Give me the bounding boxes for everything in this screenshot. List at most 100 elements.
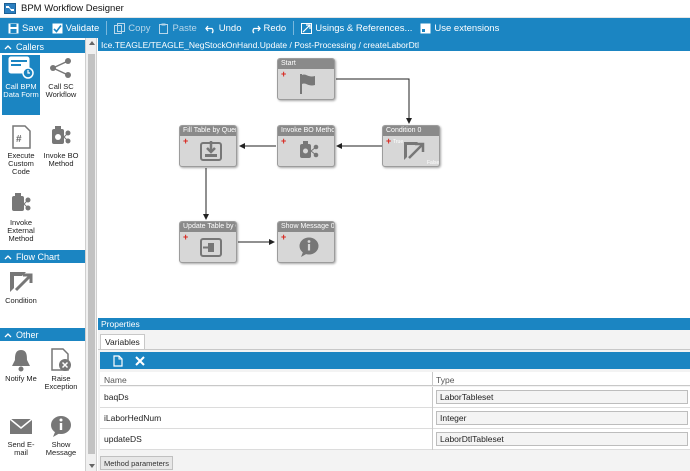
- tool-label: Condition: [5, 296, 37, 305]
- table-row[interactable]: baqDs LaborTableset: [100, 387, 690, 408]
- variable-name[interactable]: iLaborHedNum: [104, 413, 161, 423]
- node-show-message[interactable]: Show Message 0 +: [277, 221, 335, 263]
- workflow-path: Ice.TEAGLE/TEAGLE_NegStockOnHand.Update …: [101, 39, 419, 50]
- column-type[interactable]: Type: [436, 375, 454, 385]
- variables-toolbar: [100, 352, 690, 369]
- column-divider: [432, 387, 433, 408]
- extensions-icon: [420, 23, 431, 33]
- tool-execute-custom-code[interactable]: # Execute Custom Code: [2, 124, 40, 180]
- redo-label: Redo: [263, 22, 287, 34]
- save-button[interactable]: Save: [4, 18, 48, 38]
- node-start[interactable]: Start +: [277, 58, 335, 100]
- node-fill-table-by-query[interactable]: Fill Table by Query +: [179, 125, 237, 167]
- validate-button[interactable]: Validate: [48, 18, 104, 38]
- copy-button[interactable]: Copy: [110, 18, 154, 38]
- tool-label: Raise Exception: [44, 374, 78, 391]
- paste-icon: [159, 23, 169, 34]
- email-icon: [2, 413, 40, 439]
- node-title: Show Message 0: [278, 222, 334, 232]
- tool-label: Show Message: [45, 440, 77, 457]
- delete-variable-button[interactable]: [132, 354, 148, 368]
- tool-send-email[interactable]: Send E-mail: [2, 413, 40, 461]
- other-title: Other: [16, 329, 39, 340]
- properties-title: Properties: [101, 319, 140, 329]
- undo-icon: [204, 25, 214, 33]
- connector-lines: [203, 78, 412, 245]
- tool-label: Send E-mail: [7, 440, 35, 457]
- node-title: Update Table by Query: [180, 222, 236, 232]
- new-variable-button[interactable]: [110, 354, 126, 368]
- variable-type-field[interactable]: LaborDtlTableset: [436, 432, 688, 446]
- tool-show-message[interactable]: Show Message: [42, 413, 80, 461]
- node-update-table-by-query[interactable]: Update Table by Query +: [179, 221, 237, 263]
- title-bar: BPM Workflow Designer: [0, 0, 690, 18]
- variables-grid-header: Name Type: [100, 372, 690, 386]
- tool-invoke-external-method[interactable]: Invoke External Method: [2, 191, 40, 247]
- usings-references-button[interactable]: Usings & References...: [297, 18, 416, 38]
- condition-icon: [2, 269, 40, 295]
- add-icon[interactable]: +: [281, 70, 286, 79]
- scroll-down-icon[interactable]: [89, 464, 95, 468]
- redo-button[interactable]: Redo: [246, 18, 291, 38]
- tool-notify-me[interactable]: Notify Me: [2, 347, 40, 395]
- node-condition[interactable]: Condition 0 + True False: [382, 125, 440, 167]
- tool-call-bpm-data-form[interactable]: Call BPM Data Form: [2, 55, 40, 115]
- add-icon[interactable]: +: [281, 233, 286, 242]
- table-row[interactable]: iLaborHedNum Integer: [100, 408, 690, 429]
- node-invoke-bo-method[interactable]: Invoke BO Method +: [277, 125, 335, 167]
- undo-label: Undo: [218, 22, 242, 34]
- variable-type-field[interactable]: LaborTableset: [436, 390, 688, 404]
- add-icon[interactable]: +: [386, 137, 391, 146]
- tool-invoke-bo-method[interactable]: Invoke BO Method: [42, 124, 80, 180]
- chevron-up-icon: [3, 332, 13, 338]
- paste-label: Paste: [172, 22, 197, 34]
- variable-name[interactable]: baqDs: [104, 392, 129, 402]
- chevron-up-icon: [3, 44, 13, 50]
- tool-call-sc-workflow[interactable]: Call SC Workflow: [42, 55, 80, 115]
- copy-label: Copy: [128, 22, 151, 34]
- node-title: Invoke BO Method: [278, 126, 334, 136]
- bo-method-icon: [300, 141, 319, 158]
- use-extensions-button[interactable]: Use extensions: [416, 18, 503, 38]
- undo-button[interactable]: Undo: [201, 18, 246, 38]
- save-label: Save: [22, 22, 44, 34]
- other-section-header[interactable]: Other: [0, 328, 85, 341]
- tool-label: Notify Me: [5, 374, 37, 383]
- add-icon[interactable]: +: [183, 137, 188, 146]
- callers-section-header[interactable]: Callers: [0, 40, 85, 53]
- main-toolbar: Save Validate Copy Paste Undo Redo Using…: [0, 18, 690, 38]
- variable-type-field[interactable]: Integer: [436, 411, 688, 425]
- tab-method-parameters[interactable]: Method parameters: [100, 456, 174, 470]
- condition-false-label: False: [427, 160, 440, 166]
- tool-condition[interactable]: Condition: [2, 269, 40, 309]
- flag-icon: [300, 74, 315, 94]
- scroll-up-icon[interactable]: [89, 41, 95, 45]
- workflow-canvas[interactable]: Start + Condition 0 + True False Invoke …: [98, 51, 690, 318]
- tool-raise-exception[interactable]: Raise Exception: [42, 347, 80, 395]
- tool-label: Call SC Workflow: [45, 82, 77, 99]
- flowchart-title: Flow Chart: [16, 251, 60, 262]
- references-icon: [301, 22, 313, 34]
- properties-header: Properties: [98, 318, 690, 330]
- node-title: Fill Table by Query: [180, 126, 236, 136]
- tool-label: Invoke External Method: [7, 218, 35, 243]
- flowchart-section-header[interactable]: Flow Chart: [0, 250, 85, 263]
- tool-label: Invoke BO Method: [43, 151, 79, 168]
- copy-icon: [114, 22, 126, 34]
- variable-name[interactable]: updateDS: [104, 434, 142, 444]
- callers-title: Callers: [16, 41, 45, 52]
- tab-variables[interactable]: Variables: [100, 334, 145, 349]
- condition-true-label: True: [393, 139, 404, 145]
- tool-label: Execute Custom Code: [7, 151, 35, 176]
- tab-variables-label: Variables: [105, 337, 140, 347]
- paste-button[interactable]: Paste: [154, 18, 200, 38]
- add-icon[interactable]: +: [281, 137, 286, 146]
- workflow-icon: [42, 55, 80, 81]
- chevron-up-icon: [3, 254, 13, 260]
- toolbox-scrollbar[interactable]: [86, 38, 97, 471]
- table-row[interactable]: updateDS LaborDtlTableset: [100, 429, 690, 450]
- column-name[interactable]: Name: [104, 375, 127, 385]
- scrollbar-thumb[interactable]: [88, 54, 95, 454]
- add-icon[interactable]: +: [183, 233, 188, 242]
- code-icon: #: [2, 124, 40, 150]
